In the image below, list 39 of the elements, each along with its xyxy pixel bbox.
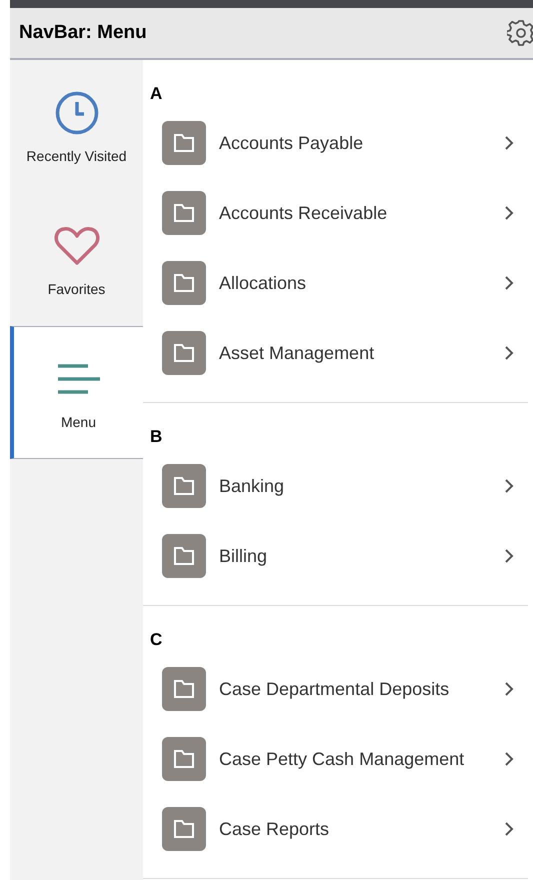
folder-icon bbox=[162, 261, 206, 305]
category-link[interactable]: Billing bbox=[143, 521, 528, 591]
chevron-right-icon bbox=[504, 681, 514, 697]
folder-icon bbox=[162, 464, 206, 508]
category-link[interactable]: Accounts Receivable bbox=[143, 178, 528, 248]
category-link[interactable]: Case Petty Cash Management bbox=[143, 724, 528, 794]
folder-icon bbox=[162, 331, 206, 375]
settings-icon bbox=[507, 19, 533, 47]
folder-icon bbox=[162, 667, 206, 711]
chevron-right-icon bbox=[504, 548, 514, 564]
page-title: NavBar: Menu bbox=[19, 22, 147, 44]
chevron-right-icon bbox=[504, 205, 514, 221]
category-link[interactable]: Allocations bbox=[143, 248, 528, 318]
chevron-right-icon bbox=[504, 345, 514, 361]
folder-icon bbox=[162, 807, 206, 851]
folder-icon bbox=[162, 121, 206, 165]
category-link[interactable]: Banking bbox=[143, 451, 528, 521]
category-link[interactable]: Case Departmental Deposits bbox=[143, 654, 528, 724]
sidebar-item[interactable]: Recently Visited bbox=[10, 60, 143, 193]
sidebar-item[interactable]: Menu bbox=[10, 326, 143, 459]
category-link[interactable]: Asset Management bbox=[143, 318, 528, 388]
section-letter: A bbox=[150, 84, 164, 104]
folder-icon bbox=[162, 737, 206, 781]
folder-icon bbox=[162, 534, 206, 578]
clock-icon bbox=[54, 90, 100, 136]
chevron-right-icon bbox=[504, 751, 514, 767]
heart-icon bbox=[54, 226, 100, 266]
settings-button[interactable] bbox=[507, 19, 533, 47]
section-letter: C bbox=[150, 630, 164, 650]
section-letter: B bbox=[150, 427, 164, 447]
folder-icon bbox=[162, 191, 206, 235]
chevron-right-icon bbox=[504, 821, 514, 837]
chevron-right-icon bbox=[504, 135, 514, 151]
category-link[interactable]: Accounts Payable bbox=[143, 108, 528, 178]
chevron-right-icon bbox=[504, 275, 514, 291]
chevron-right-icon bbox=[504, 478, 514, 494]
category-link[interactable]: Case Reports bbox=[143, 794, 528, 864]
sidebar-item[interactable]: Favorites bbox=[10, 193, 143, 326]
menu-icon bbox=[56, 362, 102, 394]
